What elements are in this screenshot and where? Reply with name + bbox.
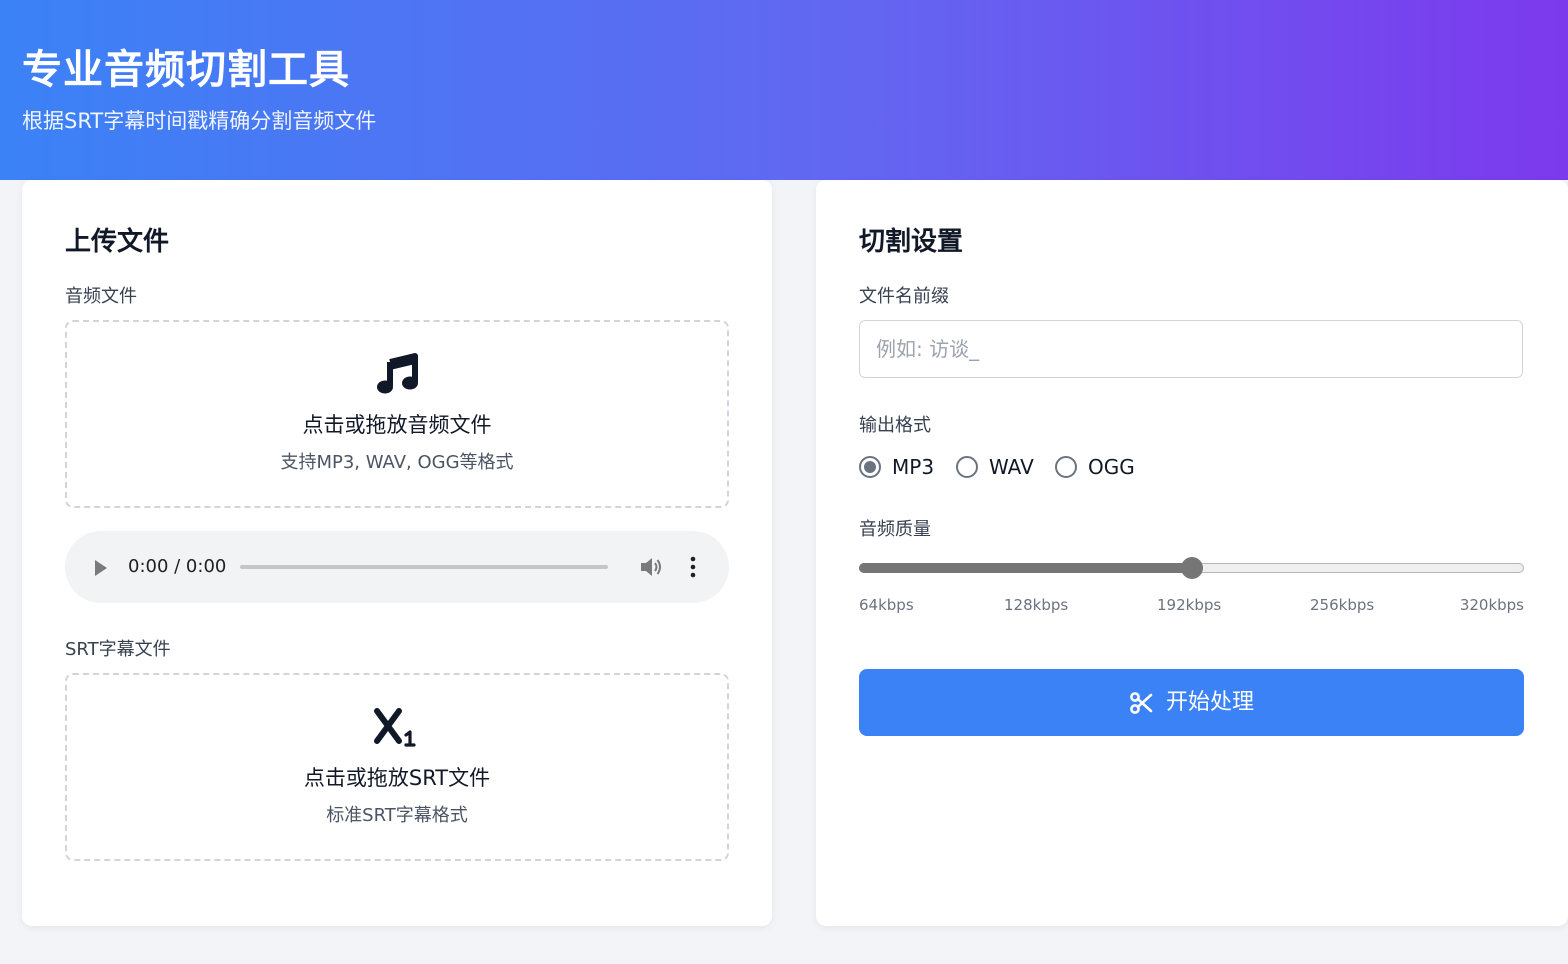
quality-tick: 192kbps xyxy=(1157,596,1222,614)
srt-drop-title: 点击或拖放SRT文件 xyxy=(303,766,491,790)
quality-tick: 320kbps xyxy=(1459,596,1524,614)
quality-ticks: 64kbps 128kbps 192kbps 256kbps 320kbps xyxy=(859,594,1524,616)
audio-file-label: 音频文件 xyxy=(65,286,137,307)
player-progress-bar[interactable] xyxy=(240,565,608,569)
upload-card: 上传文件 音频文件 点击或拖放音频文件 支持MP3, WAV, OGG等格式 0… xyxy=(22,180,772,926)
app-title: 专业音频切割工具 xyxy=(22,47,350,93)
quality-slider[interactable] xyxy=(859,557,1524,579)
srt-file-label: SRT字幕文件 xyxy=(65,639,171,660)
radio-label: OGG xyxy=(1088,455,1135,479)
scissors-icon xyxy=(1129,691,1153,715)
start-processing-label: 开始处理 xyxy=(1166,690,1255,715)
player-time: 0:00 / 0:00 xyxy=(128,556,227,577)
settings-heading: 切割设置 xyxy=(859,227,964,257)
audio-player: 0:00 / 0:00 xyxy=(65,531,729,603)
audio-drop-title: 点击或拖放音频文件 xyxy=(302,413,492,437)
radio-circle xyxy=(1055,456,1077,478)
prefix-label: 文件名前缀 xyxy=(859,286,949,307)
radio-circle xyxy=(859,456,881,478)
radio-circle xyxy=(956,456,978,478)
music-note-icon xyxy=(67,352,727,398)
radio-label: MP3 xyxy=(892,455,935,479)
volume-icon[interactable] xyxy=(639,556,663,578)
start-processing-button[interactable]: 开始处理 xyxy=(859,669,1524,736)
audio-drop-hint: 支持MP3, WAV, OGG等格式 xyxy=(280,452,514,473)
slider-thumb[interactable] xyxy=(1180,557,1203,579)
quality-tick: 64kbps xyxy=(859,596,914,614)
prefix-input[interactable] xyxy=(859,320,1523,378)
audio-dropzone[interactable]: 点击或拖放音频文件 支持MP3, WAV, OGG等格式 xyxy=(65,320,729,508)
slider-fill xyxy=(859,563,1192,573)
more-options-icon[interactable] xyxy=(685,555,701,579)
srt-dropzone[interactable]: 点击或拖放SRT文件 标准SRT字幕格式 xyxy=(65,673,729,861)
subscript-icon xyxy=(67,705,727,751)
play-icon[interactable] xyxy=(93,559,109,577)
page-header: 专业音频切割工具 根据SRT字幕时间戳精确分割音频文件 xyxy=(0,0,1568,180)
settings-card: 切割设置 文件名前缀 输出格式 MP3 WAV OGG 音频质量 64kbps … xyxy=(816,180,1568,926)
app-subtitle: 根据SRT字幕时间戳精确分割音频文件 xyxy=(22,109,377,133)
quality-tick: 128kbps xyxy=(1004,596,1069,614)
upload-heading: 上传文件 xyxy=(65,227,170,257)
radio-label: WAV xyxy=(989,455,1034,479)
srt-drop-hint: 标准SRT字幕格式 xyxy=(326,805,468,826)
quality-label: 音频质量 xyxy=(859,519,931,540)
quality-tick: 256kbps xyxy=(1310,596,1375,614)
format-label: 输出格式 xyxy=(859,415,931,436)
